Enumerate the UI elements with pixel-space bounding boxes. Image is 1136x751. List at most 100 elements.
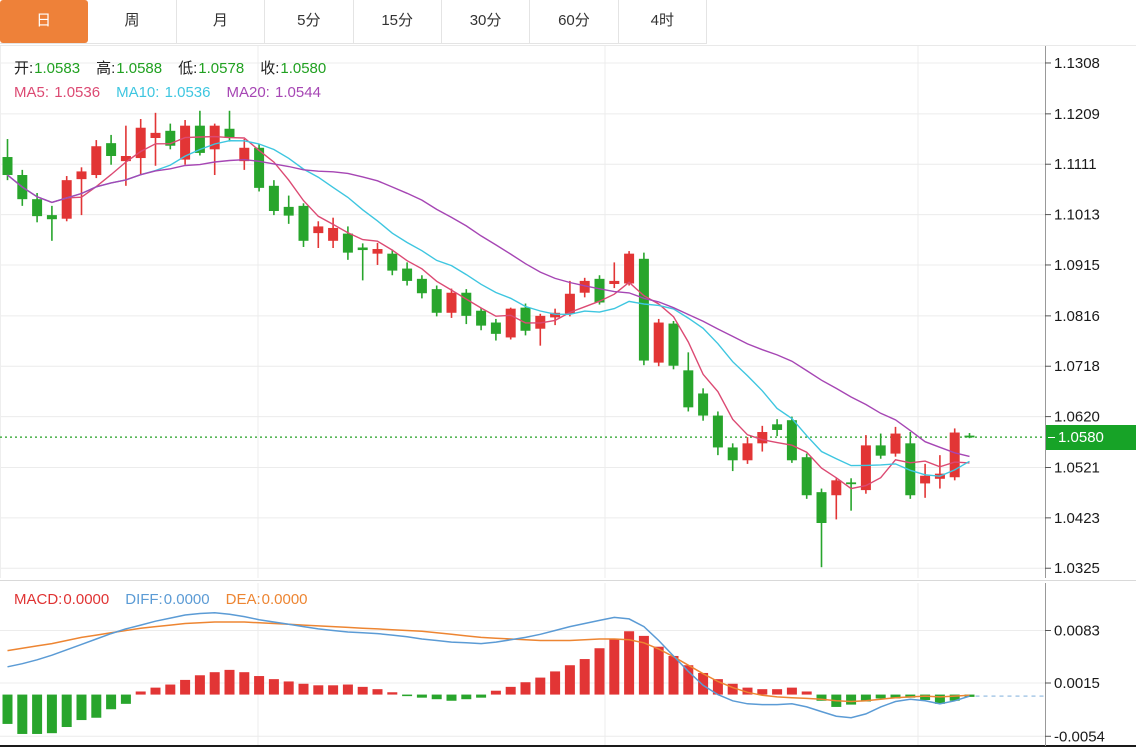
candle-body	[772, 424, 782, 430]
price-axis-label: 1.0915	[1054, 257, 1100, 274]
macd-axis-label: 0.0015	[1054, 675, 1100, 692]
candle-body	[77, 171, 87, 179]
price-axis-label: 1.0521	[1054, 459, 1100, 476]
macd-bar	[683, 665, 693, 694]
macd-bar	[195, 675, 205, 694]
candle-body	[225, 129, 235, 138]
candle-body	[831, 480, 841, 495]
candle-body	[728, 447, 738, 460]
macd-bar	[269, 679, 279, 694]
price-axis-label: 1.0718	[1054, 358, 1100, 375]
macd-bar	[461, 695, 471, 700]
candle-body	[47, 215, 57, 219]
macd-bar	[358, 687, 368, 695]
tab-60分[interactable]: 60分	[530, 0, 618, 43]
macd-bar	[565, 665, 575, 694]
macd-bar	[417, 695, 427, 698]
candle-body	[609, 281, 619, 284]
candle-body	[269, 186, 279, 211]
tab-5分[interactable]: 5分	[265, 0, 353, 43]
macd-bar	[32, 695, 42, 734]
macd-bar	[491, 691, 501, 695]
macd-bar	[550, 671, 560, 694]
macd-bar	[595, 648, 605, 694]
macd-bar	[343, 685, 353, 695]
macd-bar	[447, 695, 457, 701]
open-label: 开:	[14, 60, 33, 77]
tab-30分[interactable]: 30分	[442, 0, 530, 43]
candle-body	[713, 416, 723, 448]
trading-chart-app: 日周月5分15分30分60分4时 1.13081.12091.11111.101…	[0, 0, 1136, 751]
current-price-value: 1.0580	[1058, 429, 1104, 446]
ma5-label: MA5:	[14, 84, 53, 101]
macd-bar	[802, 691, 812, 694]
macd-bar	[432, 695, 442, 700]
price-axis-label: 1.1013	[1054, 207, 1100, 224]
macd-bar	[876, 695, 886, 699]
candle-body	[669, 324, 679, 366]
candle-body	[802, 457, 812, 495]
candle-body	[417, 279, 427, 293]
macd-bar	[476, 695, 486, 698]
tab-15分[interactable]: 15分	[354, 0, 442, 43]
macd-bar	[136, 691, 146, 694]
macd-bar	[165, 685, 175, 695]
candle-body	[624, 254, 634, 284]
dea-label: DEA:	[226, 591, 261, 608]
macd-bar	[609, 639, 619, 695]
candle-body	[284, 207, 294, 216]
macd-bar	[17, 695, 27, 734]
macd-bar	[387, 692, 397, 694]
candle-body	[506, 309, 516, 338]
macd-bar	[77, 695, 87, 720]
macd-bar	[151, 688, 161, 695]
tab-日[interactable]: 日	[0, 0, 88, 43]
candle-body	[3, 157, 13, 175]
tab-月[interactable]: 月	[177, 0, 265, 43]
candle-body	[965, 436, 975, 438]
candle-body	[876, 445, 886, 455]
macd-bar	[3, 695, 13, 724]
candle-body	[787, 420, 797, 460]
chart-canvas[interactable]: 1.13081.12091.11111.10131.09151.08161.07…	[0, 0, 1136, 751]
macd-legend: MACD:0.0000DIFF:0.0000DEA:0.0000	[14, 591, 324, 608]
macd-bar	[313, 685, 323, 694]
candle-body	[447, 293, 457, 313]
ma10-line	[8, 141, 970, 477]
candle-body	[373, 249, 383, 254]
macd-axis-label: 0.0083	[1054, 622, 1100, 639]
dea-value: 0.0000	[262, 591, 308, 608]
macd-bar	[254, 676, 264, 695]
macd-bar	[47, 695, 57, 734]
macd-bar	[225, 670, 235, 695]
macd-bar	[846, 695, 856, 705]
candle-body	[91, 146, 101, 175]
tab-周[interactable]: 周	[88, 0, 176, 43]
close-value: 1.0580	[280, 60, 326, 77]
candle-body	[151, 133, 161, 138]
price-badge-tick	[1048, 437, 1055, 438]
price-axis-label: 1.0816	[1054, 308, 1100, 325]
candle-body	[328, 228, 338, 241]
candle-body	[757, 432, 767, 443]
low-value: 1.0578	[198, 60, 244, 77]
ma5-line	[8, 137, 970, 489]
candle-body	[846, 482, 856, 484]
macd-bar	[180, 680, 190, 695]
diff-value: 0.0000	[164, 591, 210, 608]
ma5-value: 1.0536	[54, 84, 100, 101]
candle-body	[920, 476, 930, 484]
macd-bar	[580, 659, 590, 695]
price-axis-label: 1.0423	[1054, 510, 1100, 527]
macd-bar	[535, 678, 545, 695]
ma20-label: MA20:	[227, 84, 275, 101]
tab-4时[interactable]: 4时	[619, 0, 707, 43]
candle-body	[743, 443, 753, 460]
macd-bar	[654, 647, 664, 695]
candle-body	[299, 206, 309, 241]
candle-body	[521, 308, 531, 331]
ma20-value: 1.0544	[275, 84, 321, 101]
macd-bar	[506, 687, 516, 695]
low-label: 低:	[178, 60, 197, 77]
macd-axis-label: -0.0054	[1054, 728, 1105, 745]
